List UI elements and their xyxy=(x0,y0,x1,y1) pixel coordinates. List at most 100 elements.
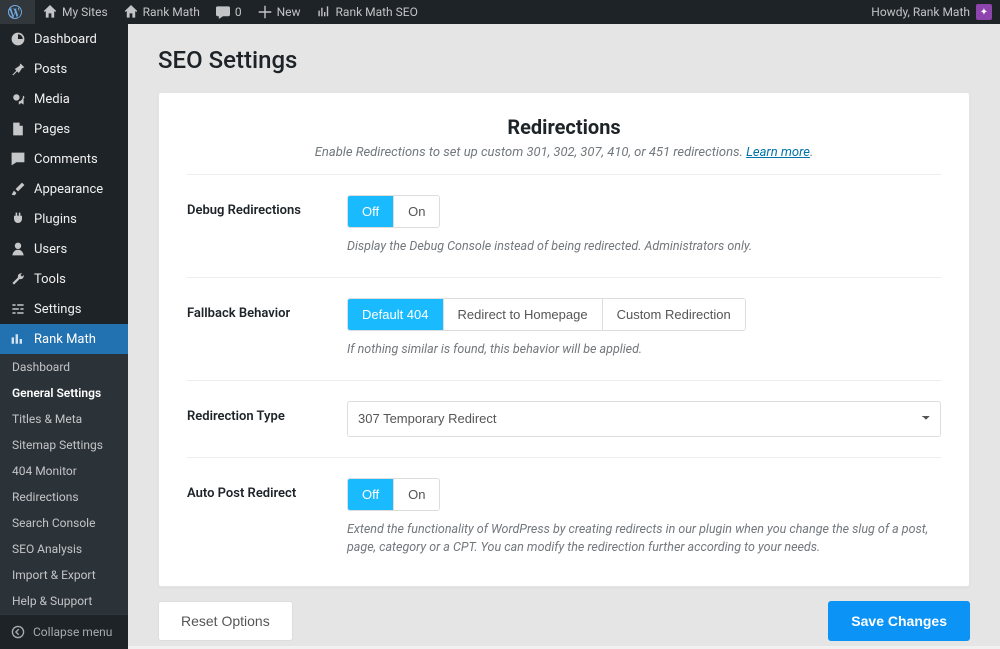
debug-off-button[interactable]: Off xyxy=(348,196,393,227)
chart-icon xyxy=(317,5,331,19)
menu-label: Users xyxy=(34,242,67,257)
menu-dashboard[interactable]: Dashboard xyxy=(0,24,128,54)
field-auto-post-redirect: Auto Post Redirect Off On Extend the fun… xyxy=(187,457,941,567)
field-label: Auto Post Redirect xyxy=(187,478,347,559)
collapse-menu[interactable]: Collapse menu xyxy=(0,614,128,649)
save-button[interactable]: Save Changes xyxy=(828,601,970,641)
menu-plugins[interactable]: Plugins xyxy=(0,204,128,234)
debug-toggle: Off On xyxy=(347,195,440,228)
sub-404[interactable]: 404 Monitor xyxy=(0,458,128,484)
new[interactable]: New xyxy=(250,0,309,24)
fallback-homepage-button[interactable]: Redirect to Homepage xyxy=(443,299,602,330)
autopost-toggle: Off On xyxy=(347,478,440,511)
home-icon xyxy=(43,5,57,19)
site-name-label: Rank Math xyxy=(143,5,200,19)
autopost-off-button[interactable]: Off xyxy=(348,479,393,510)
field-debug-redirections: Debug Redirections Off On Display the De… xyxy=(187,174,941,277)
footer-actions: Reset Options Save Changes xyxy=(158,601,970,641)
plus-icon xyxy=(258,5,272,19)
menu-pages[interactable]: Pages xyxy=(0,114,128,144)
menu-tools[interactable]: Tools xyxy=(0,264,128,294)
collapse-icon xyxy=(8,625,28,639)
greeting: Howdy, Rank Math xyxy=(871,5,970,19)
sub-dashboard[interactable]: Dashboard xyxy=(0,354,128,380)
user-icon xyxy=(8,241,28,257)
reset-button[interactable]: Reset Options xyxy=(158,601,293,641)
sub-titles-meta[interactable]: Titles & Meta xyxy=(0,406,128,432)
settings-panel: Redirections Enable Redirections to set … xyxy=(158,92,970,587)
field-label: Fallback Behavior xyxy=(187,298,347,360)
sub-help[interactable]: Help & Support xyxy=(0,588,128,614)
field-help: Display the Debug Console instead of bei… xyxy=(347,238,941,257)
menu-settings[interactable]: Settings xyxy=(0,294,128,324)
redirection-type-select[interactable]: 307 Temporary Redirect xyxy=(347,401,941,437)
debug-on-button[interactable]: On xyxy=(393,196,439,227)
menu-label: Dashboard xyxy=(34,32,97,47)
pin-icon xyxy=(8,61,28,77)
my-sites-label: My Sites xyxy=(62,5,108,19)
wordpress-icon xyxy=(8,5,22,19)
sub-search-console[interactable]: Search Console xyxy=(0,510,128,536)
avatar: ✦ xyxy=(976,4,992,20)
comment-icon xyxy=(8,151,28,167)
home-icon xyxy=(124,5,138,19)
comment-icon xyxy=(216,5,230,19)
chart-icon xyxy=(8,331,28,347)
new-label: New xyxy=(277,5,301,19)
page-title: SEO Settings xyxy=(158,46,1000,74)
submenu-rank-math: Dashboard General Settings Titles & Meta… xyxy=(0,354,128,614)
section-title: Redirections xyxy=(187,115,941,139)
sub-general-settings[interactable]: General Settings xyxy=(0,380,128,406)
admin-sidebar: Dashboard Posts Media Pages Comments App… xyxy=(0,24,128,646)
field-redirection-type: Redirection Type 307 Temporary Redirect xyxy=(187,380,941,457)
autopost-on-button[interactable]: On xyxy=(393,479,439,510)
menu-label: Posts xyxy=(34,62,67,77)
menu-media[interactable]: Media xyxy=(0,84,128,114)
sub-import-export[interactable]: Import & Export xyxy=(0,562,128,588)
sub-seo-analysis[interactable]: SEO Analysis xyxy=(0,536,128,562)
account[interactable]: Howdy, Rank Math ✦ xyxy=(863,0,1000,24)
rm-seo-label: Rank Math SEO xyxy=(336,5,418,19)
fallback-custom-button[interactable]: Custom Redirection xyxy=(602,299,745,330)
menu-label: Rank Math xyxy=(34,332,96,347)
plug-icon xyxy=(8,211,28,227)
brush-icon xyxy=(8,181,28,197)
my-sites[interactable]: My Sites xyxy=(35,0,116,24)
wp-logo[interactable] xyxy=(0,0,35,24)
menu-label: Appearance xyxy=(34,182,103,197)
menu-rank-math[interactable]: Rank Math xyxy=(0,324,128,354)
learn-more-link[interactable]: Learn more xyxy=(746,145,810,160)
sub-redirections[interactable]: Redirections xyxy=(0,484,128,510)
fallback-toggle: Default 404 Redirect to Homepage Custom … xyxy=(347,298,746,331)
field-help: If nothing similar is found, this behavi… xyxy=(347,341,941,360)
admin-bar: My Sites Rank Math 0 New Rank Math SEO H… xyxy=(0,0,1000,24)
content-area: SEO Settings Redirections Enable Redirec… xyxy=(128,24,1000,646)
menu-label: Settings xyxy=(34,302,81,317)
field-label: Redirection Type xyxy=(187,401,347,437)
comments[interactable]: 0 xyxy=(208,0,250,24)
menu-appearance[interactable]: Appearance xyxy=(0,174,128,204)
menu-label: Tools xyxy=(34,272,66,287)
menu-users[interactable]: Users xyxy=(0,234,128,264)
collapse-label: Collapse menu xyxy=(33,625,112,639)
sliders-icon xyxy=(8,301,28,317)
dashboard-icon xyxy=(8,31,28,47)
sub-sitemap[interactable]: Sitemap Settings xyxy=(0,432,128,458)
field-fallback-behavior: Fallback Behavior Default 404 Redirect t… xyxy=(187,277,941,380)
page-icon xyxy=(8,121,28,137)
section-desc: Enable Redirections to set up custom 301… xyxy=(187,145,941,160)
menu-label: Media xyxy=(34,92,70,107)
menu-label: Pages xyxy=(34,122,70,137)
fallback-default-404-button[interactable]: Default 404 xyxy=(348,299,443,330)
menu-posts[interactable]: Posts xyxy=(0,54,128,84)
rank-math-seo[interactable]: Rank Math SEO xyxy=(309,0,426,24)
field-help: Extend the functionality of WordPress by… xyxy=(347,521,941,559)
comments-count: 0 xyxy=(235,5,242,19)
menu-comments[interactable]: Comments xyxy=(0,144,128,174)
media-icon xyxy=(8,91,28,107)
menu-label: Comments xyxy=(34,152,98,167)
menu-label: Plugins xyxy=(34,212,77,227)
wrench-icon xyxy=(8,271,28,287)
field-label: Debug Redirections xyxy=(187,195,347,257)
site-name[interactable]: Rank Math xyxy=(116,0,208,24)
